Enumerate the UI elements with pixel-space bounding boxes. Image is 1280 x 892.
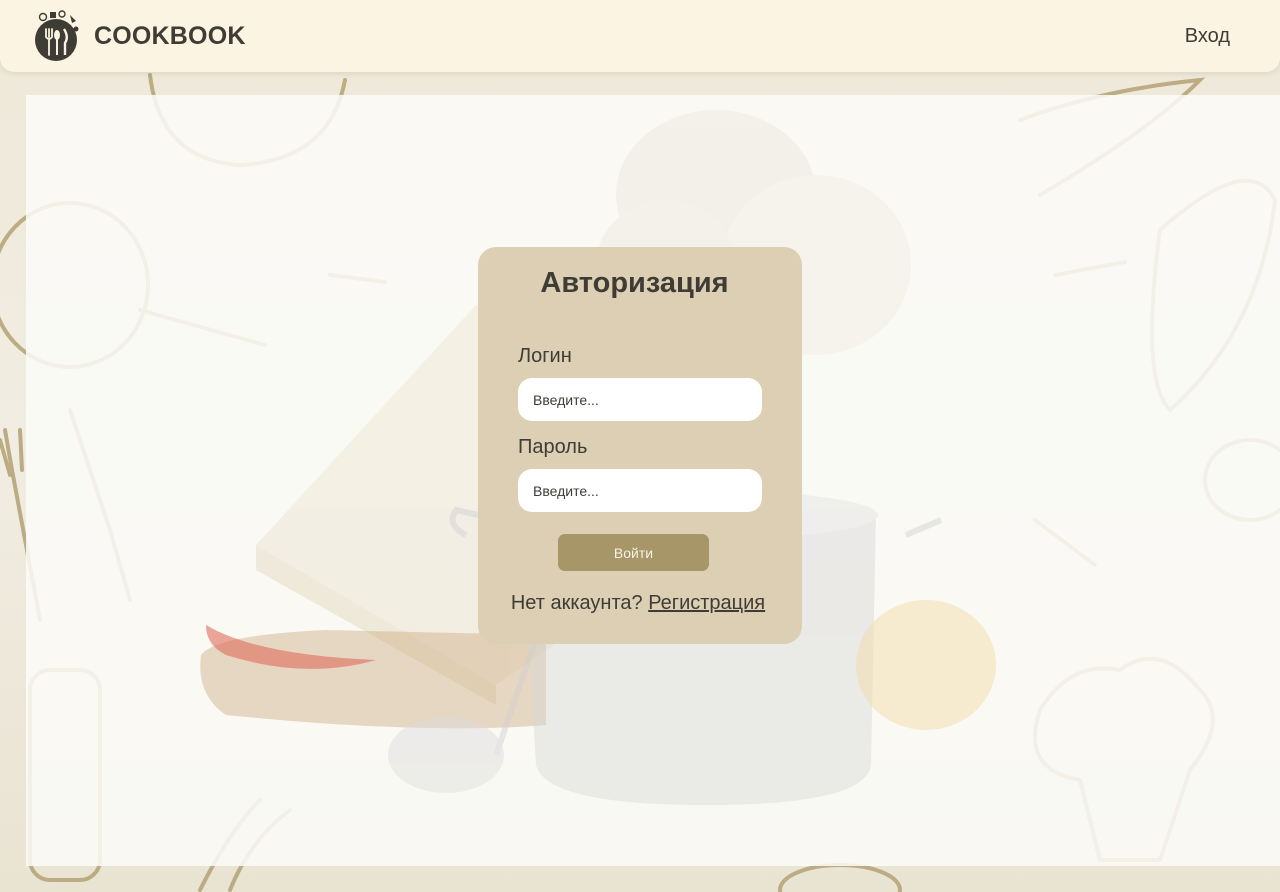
login-label: Логин (518, 345, 572, 367)
password-input[interactable] (518, 469, 762, 512)
auth-title: Авторизация (540, 267, 729, 299)
submit-login-button[interactable]: Войти (558, 534, 709, 571)
brand-name[interactable]: COOKBOOK (94, 22, 246, 51)
login-input[interactable] (518, 378, 762, 421)
no-account-text: Нет аккаунта? (510, 592, 643, 614)
top-header: COOKBOOK Вход (0, 0, 1280, 72)
onion-illustration (856, 600, 996, 730)
auth-card: Авторизация Логин Пароль Войти Нет аккау… (478, 247, 802, 644)
register-prompt: Нет аккаунта? Регистрация (478, 592, 798, 615)
register-link[interactable]: Регистрация (648, 592, 765, 614)
header-login-link[interactable]: Вход (1185, 25, 1230, 48)
fork-spoon-knife-logo-icon[interactable] (32, 9, 82, 61)
password-label: Пароль (518, 436, 588, 458)
